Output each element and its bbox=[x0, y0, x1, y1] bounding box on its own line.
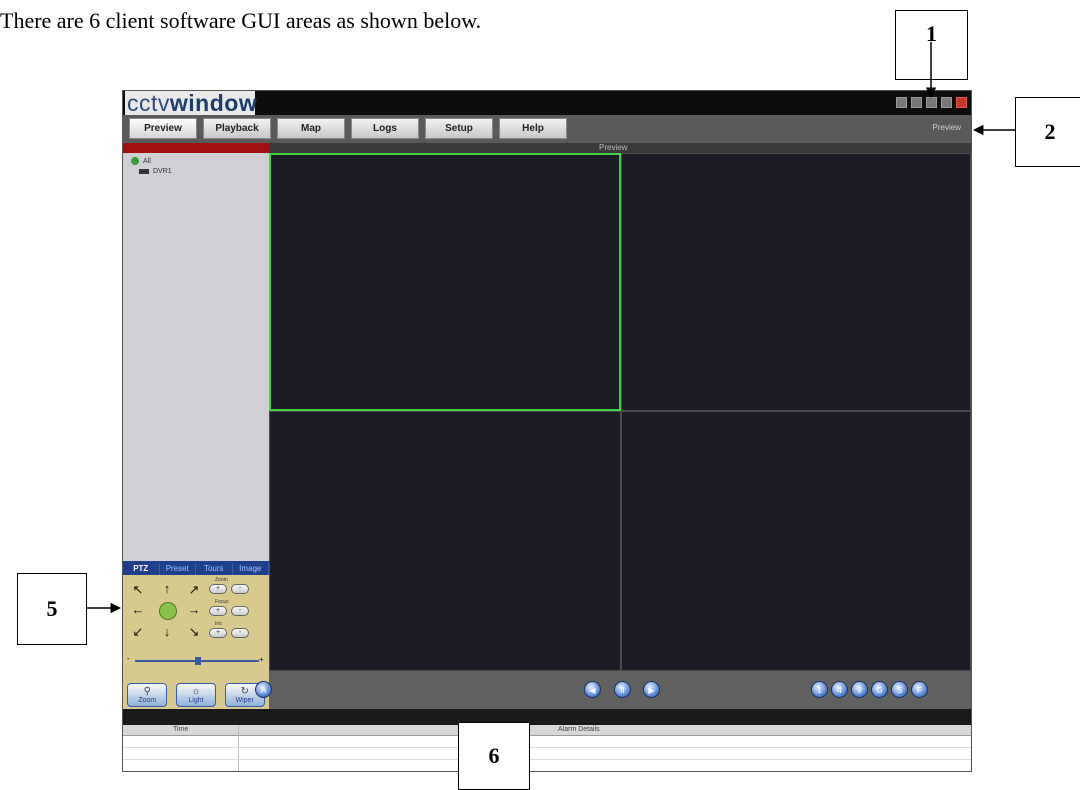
callout-arrows bbox=[87, 42, 1015, 614]
